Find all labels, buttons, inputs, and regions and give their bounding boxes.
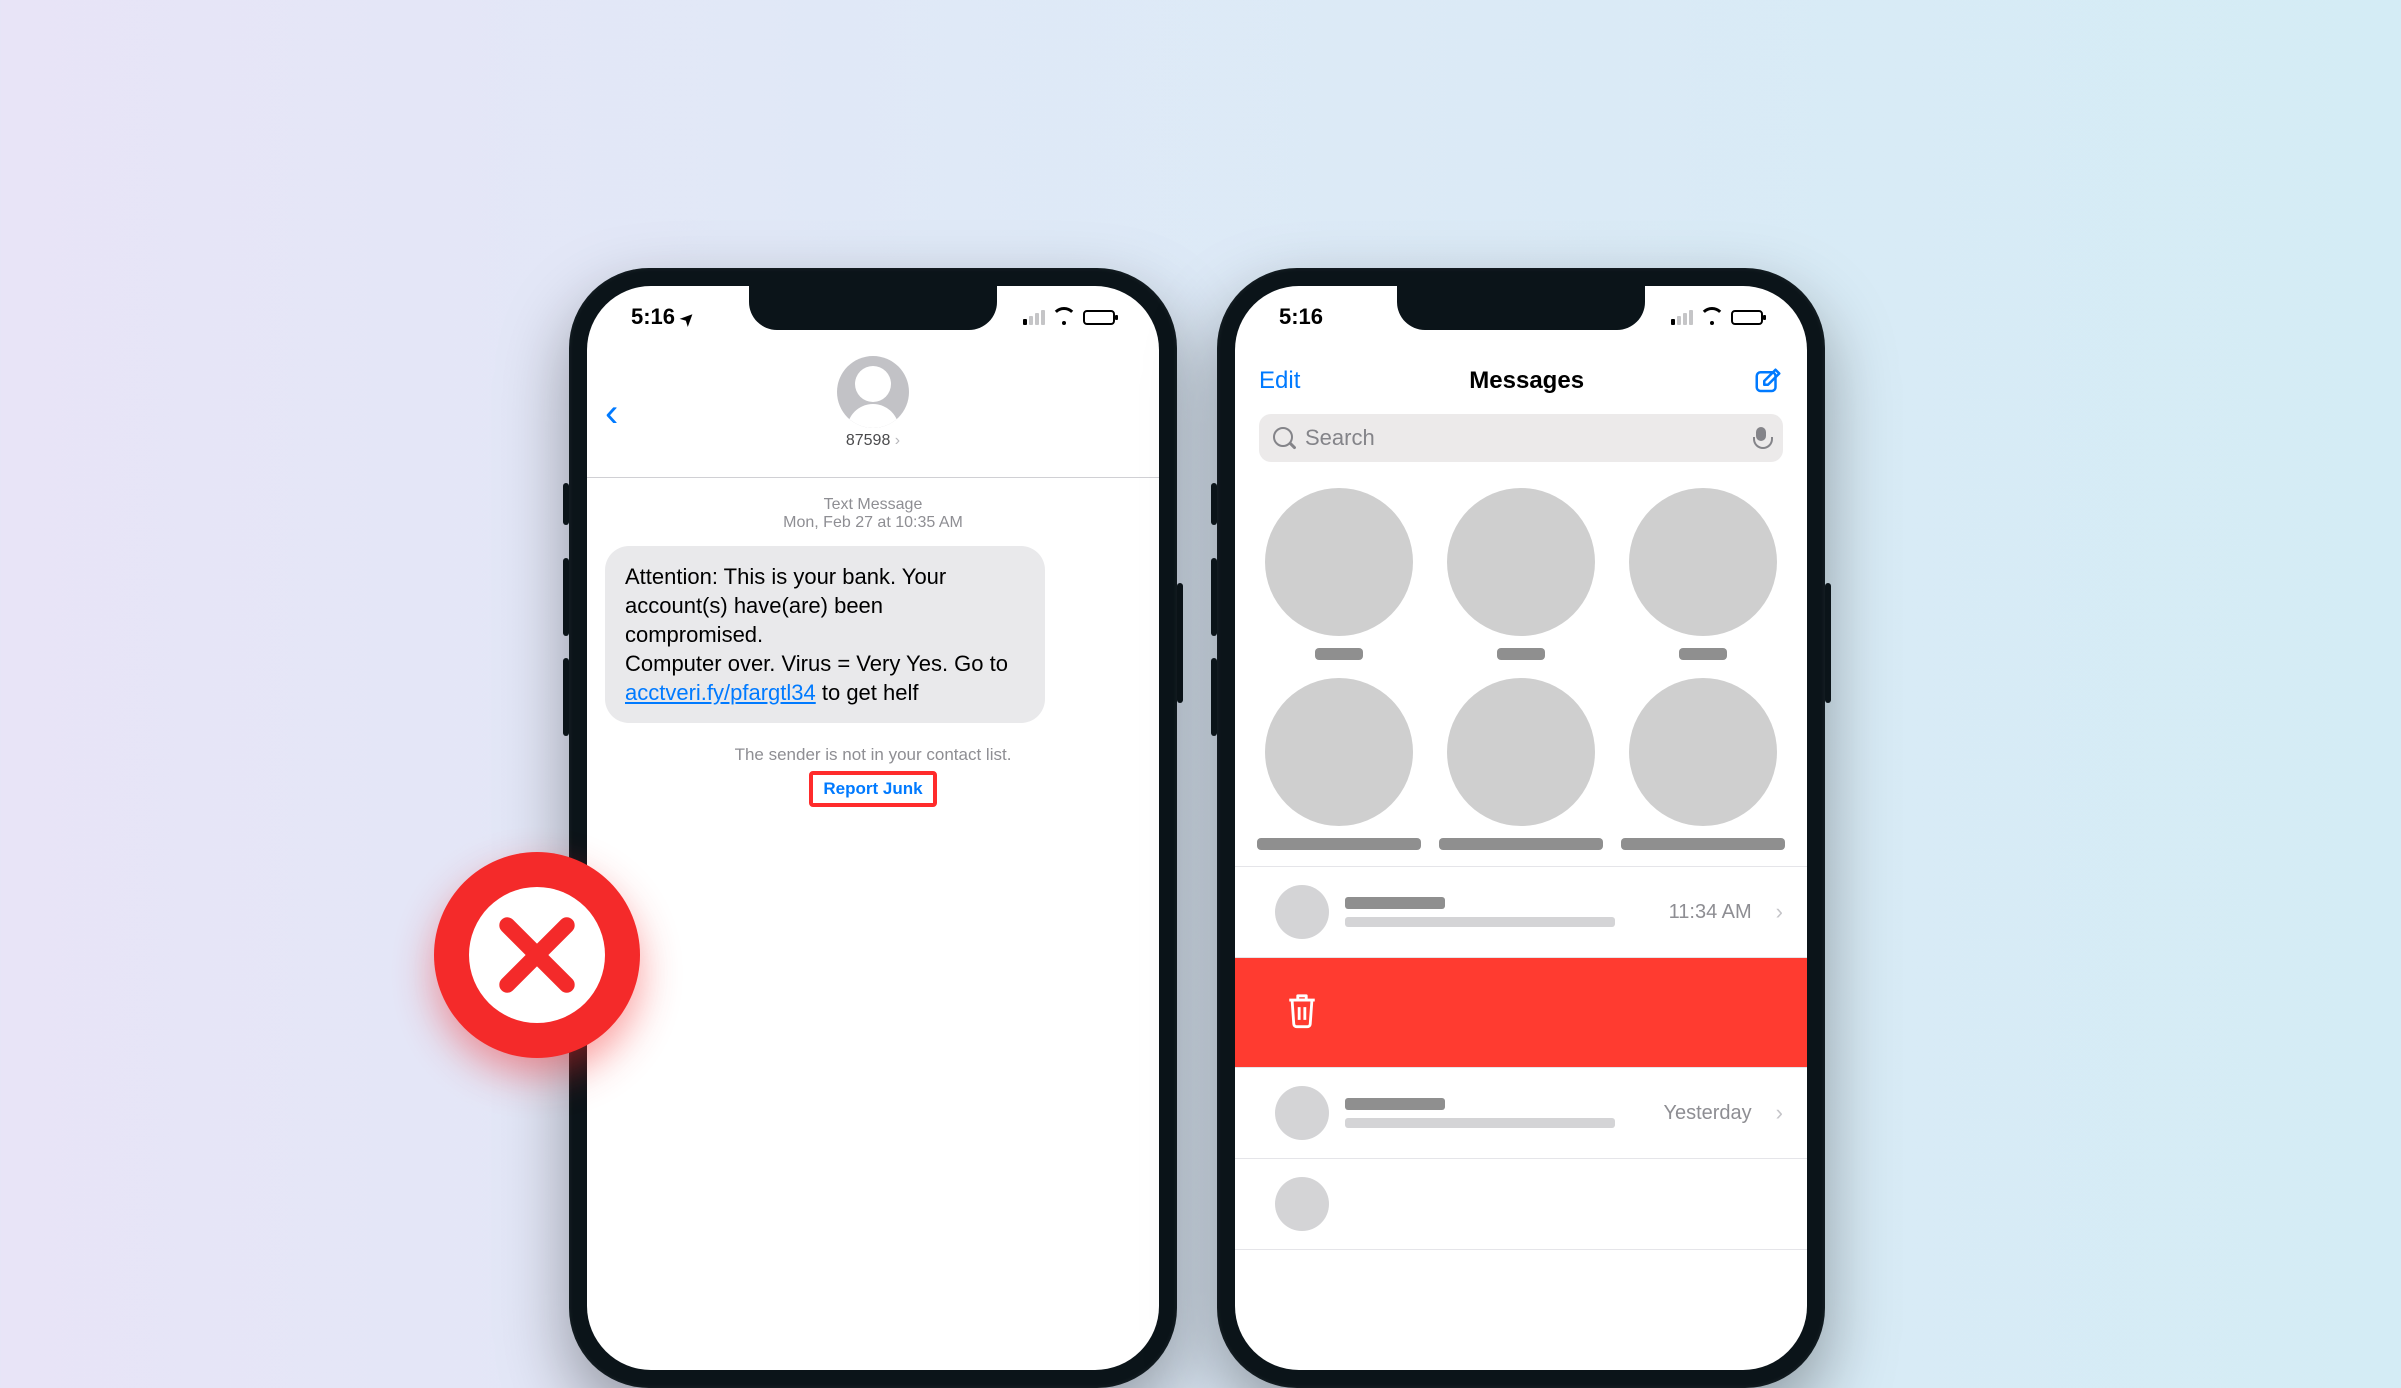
volume-up-button — [563, 558, 569, 636]
phone-mockups: 5:16 ‹ 87598 Text Message M — [569, 268, 1825, 1388]
back-button[interactable]: ‹ — [605, 393, 618, 433]
message-text-pre: Attention: This is your bank. Your accou… — [625, 564, 1008, 676]
row-timestamp: Yesterday — [1663, 1102, 1751, 1125]
avatar-placeholder — [1265, 488, 1413, 636]
notch — [1397, 286, 1645, 330]
contact-avatar[interactable] — [837, 356, 909, 428]
avatar-placeholder — [1629, 488, 1777, 636]
incoming-message-bubble[interactable]: Attention: This is your bank. Your accou… — [605, 546, 1045, 723]
cellular-signal-icon — [1671, 310, 1693, 325]
avatar-placeholder — [1629, 678, 1777, 826]
message-type-label: Text Message — [605, 496, 1141, 514]
phishing-link[interactable]: acctveri.fy/pfargtl34 — [625, 680, 816, 705]
conversation-row[interactable] — [1235, 1158, 1807, 1250]
volume-down-button — [1211, 658, 1217, 736]
preview-placeholder — [1345, 917, 1615, 927]
status-time: 5:16 — [631, 304, 675, 330]
volume-up-button — [1211, 558, 1217, 636]
row-timestamp: 11:34 AM — [1669, 901, 1752, 924]
cellular-signal-icon — [1023, 310, 1045, 325]
volume-down-button — [563, 658, 569, 736]
phone-right-screen: 5:16 Edit Messages Sea — [1235, 286, 1807, 1370]
avatar-placeholder — [1265, 678, 1413, 826]
report-junk-button[interactable]: Report Junk — [809, 771, 936, 807]
location-icon — [679, 304, 694, 330]
battery-icon — [1083, 310, 1115, 325]
pinned-item[interactable] — [1621, 488, 1785, 660]
error-x-badge — [434, 852, 640, 1058]
conversation-body: Text Message Mon, Feb 27 at 10:35 AM Att… — [587, 478, 1159, 807]
preview-placeholder — [1345, 1118, 1615, 1128]
pinned-item[interactable] — [1257, 488, 1421, 660]
conversation-header: ‹ 87598 — [587, 348, 1159, 478]
dictation-icon[interactable] — [1753, 427, 1769, 449]
x-icon — [492, 910, 582, 1000]
search-placeholder: Search — [1305, 425, 1375, 451]
contact-name[interactable]: 87598 — [837, 432, 909, 450]
phone-left-frame: 5:16 ‹ 87598 Text Message M — [569, 268, 1177, 1388]
search-icon — [1273, 427, 1295, 449]
name-placeholder — [1315, 648, 1363, 660]
name-placeholder — [1257, 838, 1421, 850]
page-title: Messages — [1469, 367, 1584, 395]
conversation-row[interactable]: 11:34 AM › — [1235, 866, 1807, 957]
pinned-item[interactable] — [1439, 678, 1603, 850]
mute-switch — [1211, 483, 1217, 525]
compose-button[interactable] — [1753, 366, 1783, 396]
unknown-sender-note: The sender is not in your contact list. — [605, 745, 1141, 765]
phone-left-screen: 5:16 ‹ 87598 Text Message M — [587, 286, 1159, 1370]
trash-icon — [1285, 990, 1319, 1035]
swipe-delete-action[interactable]: ‹ — [1235, 957, 1807, 1067]
messages-header: Edit Messages Search — [1235, 348, 1807, 462]
name-placeholder — [1679, 648, 1727, 660]
mute-switch — [563, 483, 569, 525]
search-input[interactable]: Search — [1259, 414, 1783, 462]
pinned-item[interactable] — [1621, 678, 1785, 850]
power-button — [1177, 583, 1183, 703]
name-placeholder — [1345, 897, 1445, 909]
wifi-icon — [1053, 309, 1075, 325]
conversation-row[interactable]: Yesterday › — [1235, 1067, 1807, 1158]
avatar-placeholder — [1275, 1177, 1329, 1231]
avatar-placeholder — [1447, 678, 1595, 826]
avatar-placeholder — [1447, 488, 1595, 636]
power-button — [1825, 583, 1831, 703]
pinned-conversations — [1235, 462, 1807, 856]
status-time: 5:16 — [1279, 304, 1323, 330]
name-placeholder — [1439, 838, 1603, 850]
message-timestamp: Mon, Feb 27 at 10:35 AM — [605, 514, 1141, 532]
pinned-item[interactable] — [1257, 678, 1421, 850]
wifi-icon — [1701, 309, 1723, 325]
conversation-list: 11:34 AM › ‹ Yesterday › — [1235, 866, 1807, 1250]
edit-button[interactable]: Edit — [1259, 367, 1300, 395]
badge-ring — [469, 887, 605, 1023]
name-placeholder — [1497, 648, 1545, 660]
chevron-right-icon: › — [1776, 1100, 1783, 1126]
avatar-placeholder — [1275, 1086, 1329, 1140]
message-text-post: to get helf — [816, 680, 919, 705]
notch — [749, 286, 997, 330]
avatar-placeholder — [1275, 885, 1329, 939]
battery-icon — [1731, 310, 1763, 325]
pinned-item[interactable] — [1439, 488, 1603, 660]
phone-right-frame: 5:16 Edit Messages Sea — [1217, 268, 1825, 1388]
name-placeholder — [1345, 1098, 1445, 1110]
name-placeholder — [1621, 838, 1785, 850]
chevron-right-icon: › — [1776, 899, 1783, 925]
